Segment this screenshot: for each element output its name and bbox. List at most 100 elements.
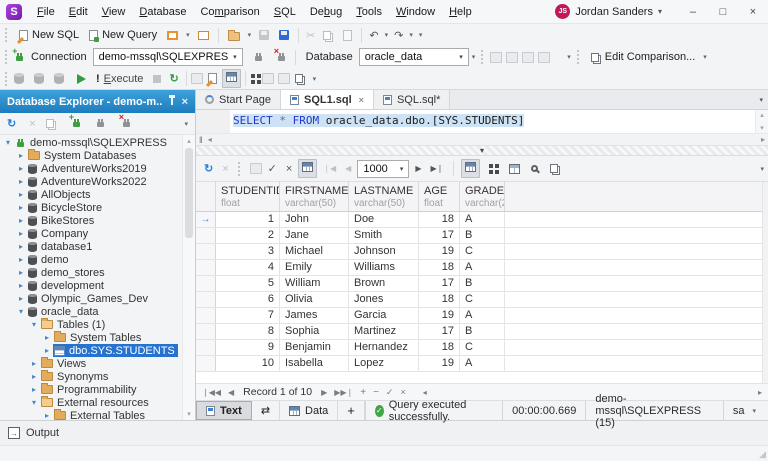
- filter-icon[interactable]: [249, 163, 262, 174]
- cell-grade[interactable]: B: [460, 324, 505, 339]
- first-page-icon[interactable]: ❘◀: [320, 164, 339, 173]
- row-selector[interactable]: [196, 356, 216, 371]
- tree-item-content[interactable]: BicycleStore: [27, 201, 105, 214]
- paste-button[interactable]: [338, 25, 357, 45]
- menu-window[interactable]: Window: [389, 6, 442, 18]
- last-page-icon[interactable]: ▶❘: [427, 164, 446, 173]
- column-header-grade[interactable]: GRADEvarchar(2): [460, 182, 505, 211]
- user-menu-caret-icon[interactable]: ▾: [658, 7, 662, 16]
- prev-record-icon[interactable]: ◀: [228, 388, 234, 397]
- cell-firstname[interactable]: William: [280, 276, 349, 291]
- tab-data[interactable]: Data: [280, 401, 339, 420]
- last-record-icon[interactable]: ▶▶❘: [334, 388, 353, 397]
- tree-item-content[interactable]: External resources: [40, 396, 152, 409]
- export-window-button[interactable]: [290, 69, 310, 89]
- tree-item-content[interactable]: System Tables: [53, 331, 144, 344]
- toolbar-grip[interactable]: [481, 50, 485, 64]
- tree-item-content[interactable]: AllObjects: [27, 188, 94, 201]
- undo-icon[interactable]: ↶: [366, 29, 381, 42]
- menu-edit[interactable]: Edit: [62, 6, 95, 18]
- table-row[interactable]: 7 James Garcia 19 A: [196, 308, 762, 324]
- export-data-button[interactable]: [545, 159, 565, 179]
- scroll-down-icon[interactable]: ▾: [760, 124, 764, 132]
- cell-age[interactable]: 18: [419, 340, 460, 355]
- edit-comparison-dropdown-icon[interactable]: ▾: [700, 53, 710, 61]
- tree-item-tables-1[interactable]: ▾ Tables (1): [0, 318, 182, 331]
- duplicate-icon[interactable]: [45, 119, 54, 128]
- connection-combobox[interactable]: demo-mssql\SQLEXPRESS ▾: [92, 48, 243, 66]
- table-row[interactable]: 5 William Brown 17 B: [196, 276, 762, 292]
- grid-scrollbar[interactable]: [762, 182, 768, 383]
- query-profiler-icon[interactable]: [190, 73, 203, 84]
- cell-studentid[interactable]: 10: [216, 356, 280, 371]
- cell-age[interactable]: 17: [419, 276, 460, 291]
- menu-database[interactable]: Database: [132, 6, 193, 18]
- chevron-right-icon[interactable]: ▸: [15, 229, 27, 238]
- column-visibility-icon[interactable]: [509, 163, 521, 174]
- minimize-button[interactable]: –: [678, 0, 708, 24]
- table-row[interactable]: 8 Sophia Martinez 17 B: [196, 324, 762, 340]
- cell-age[interactable]: 19: [419, 356, 460, 371]
- tree-item-adventureworks2022[interactable]: ▸ AdventureWorks2022: [0, 175, 182, 188]
- copy-button[interactable]: [318, 25, 338, 45]
- chevron-right-icon[interactable]: ▸: [15, 177, 27, 186]
- card-view-icon[interactable]: [489, 163, 494, 168]
- sql-statement-line[interactable]: SELECT * FROM oracle_data.dbo.[SYS.STUDE…: [230, 111, 525, 133]
- cell-grade[interactable]: A: [460, 260, 505, 275]
- tree-item-views[interactable]: ▸ Views: [0, 357, 182, 370]
- cell-age[interactable]: 19: [419, 308, 460, 323]
- format-icon[interactable]: [490, 51, 503, 63]
- cell-lastname[interactable]: Martinez: [349, 324, 419, 339]
- cell-lastname[interactable]: Smith: [349, 228, 419, 243]
- cell-lastname[interactable]: Doe: [349, 212, 419, 227]
- row-selector[interactable]: [196, 276, 216, 291]
- cell-lastname[interactable]: Jones: [349, 292, 419, 307]
- tree-item-content[interactable]: Tables (1): [40, 318, 108, 331]
- tree-item-bicyclestore[interactable]: ▸ BicycleStore: [0, 201, 182, 214]
- chevron-right-icon[interactable]: ▸: [28, 385, 40, 394]
- splitter-chevron-icon[interactable]: ▾: [480, 146, 484, 155]
- new-window-dropdown-icon[interactable]: ▾: [183, 31, 193, 39]
- user-avatar[interactable]: JS: [555, 4, 571, 19]
- tree-item-adventureworks2019[interactable]: ▸ AdventureWorks2019: [0, 162, 182, 175]
- maximize-button[interactable]: □: [708, 0, 738, 24]
- cell-grade[interactable]: C: [460, 340, 505, 355]
- cell-lastname[interactable]: Garcia: [349, 308, 419, 323]
- refresh-icon[interactable]: ↻: [4, 117, 19, 130]
- tree-item-synonyms[interactable]: ▸ Synonyms: [0, 370, 182, 383]
- disconnect-icon[interactable]: ×: [274, 46, 287, 64]
- delete-record-icon[interactable]: −: [373, 387, 379, 398]
- rollback-icon[interactable]: ×: [283, 163, 295, 175]
- cell-firstname[interactable]: Sophia: [280, 324, 349, 339]
- scroll-up-icon[interactable]: ▴: [187, 137, 191, 145]
- chevron-right-icon[interactable]: ▸: [28, 359, 40, 368]
- cell-grade[interactable]: C: [460, 292, 505, 307]
- tree-item-content[interactable]: development: [27, 279, 107, 292]
- open-file-dropdown-icon[interactable]: ▾: [245, 31, 255, 39]
- row-selector[interactable]: [196, 308, 216, 323]
- table-row[interactable]: 6 Olivia Jones 18 C: [196, 292, 762, 308]
- cell-studentid[interactable]: 5: [216, 276, 280, 291]
- menu-file[interactable]: File: [30, 6, 62, 18]
- results-splitter[interactable]: ▾: [196, 146, 768, 156]
- tree-item-bikestores[interactable]: ▸ BikeStores: [0, 214, 182, 227]
- menu-comparison[interactable]: Comparison: [193, 6, 266, 18]
- explorer-close-icon[interactable]: ×: [182, 96, 188, 108]
- save-button[interactable]: [254, 25, 274, 45]
- chevron-right-icon[interactable]: ▸: [15, 164, 27, 173]
- grid-scroll-right-icon[interactable]: ▸: [758, 388, 762, 397]
- scroll-right-icon[interactable]: ▸: [761, 135, 765, 144]
- menu-view[interactable]: View: [95, 6, 133, 18]
- open-file-button[interactable]: [223, 25, 245, 45]
- cancel-edit-icon[interactable]: ×: [400, 387, 405, 397]
- cell-lastname[interactable]: Lopez: [349, 356, 419, 371]
- cell-studentid[interactable]: 8: [216, 324, 280, 339]
- cell-firstname[interactable]: Jane: [280, 228, 349, 243]
- toolbar-grip[interactable]: [576, 50, 581, 64]
- cell-studentid[interactable]: 4: [216, 260, 280, 275]
- chevron-right-icon[interactable]: ▸: [15, 255, 27, 264]
- row-selector[interactable]: [196, 324, 216, 339]
- new-sql-button[interactable]: New SQL: [14, 25, 84, 45]
- paging-toggle[interactable]: [298, 159, 318, 178]
- next-page-icon[interactable]: ▶: [412, 164, 424, 173]
